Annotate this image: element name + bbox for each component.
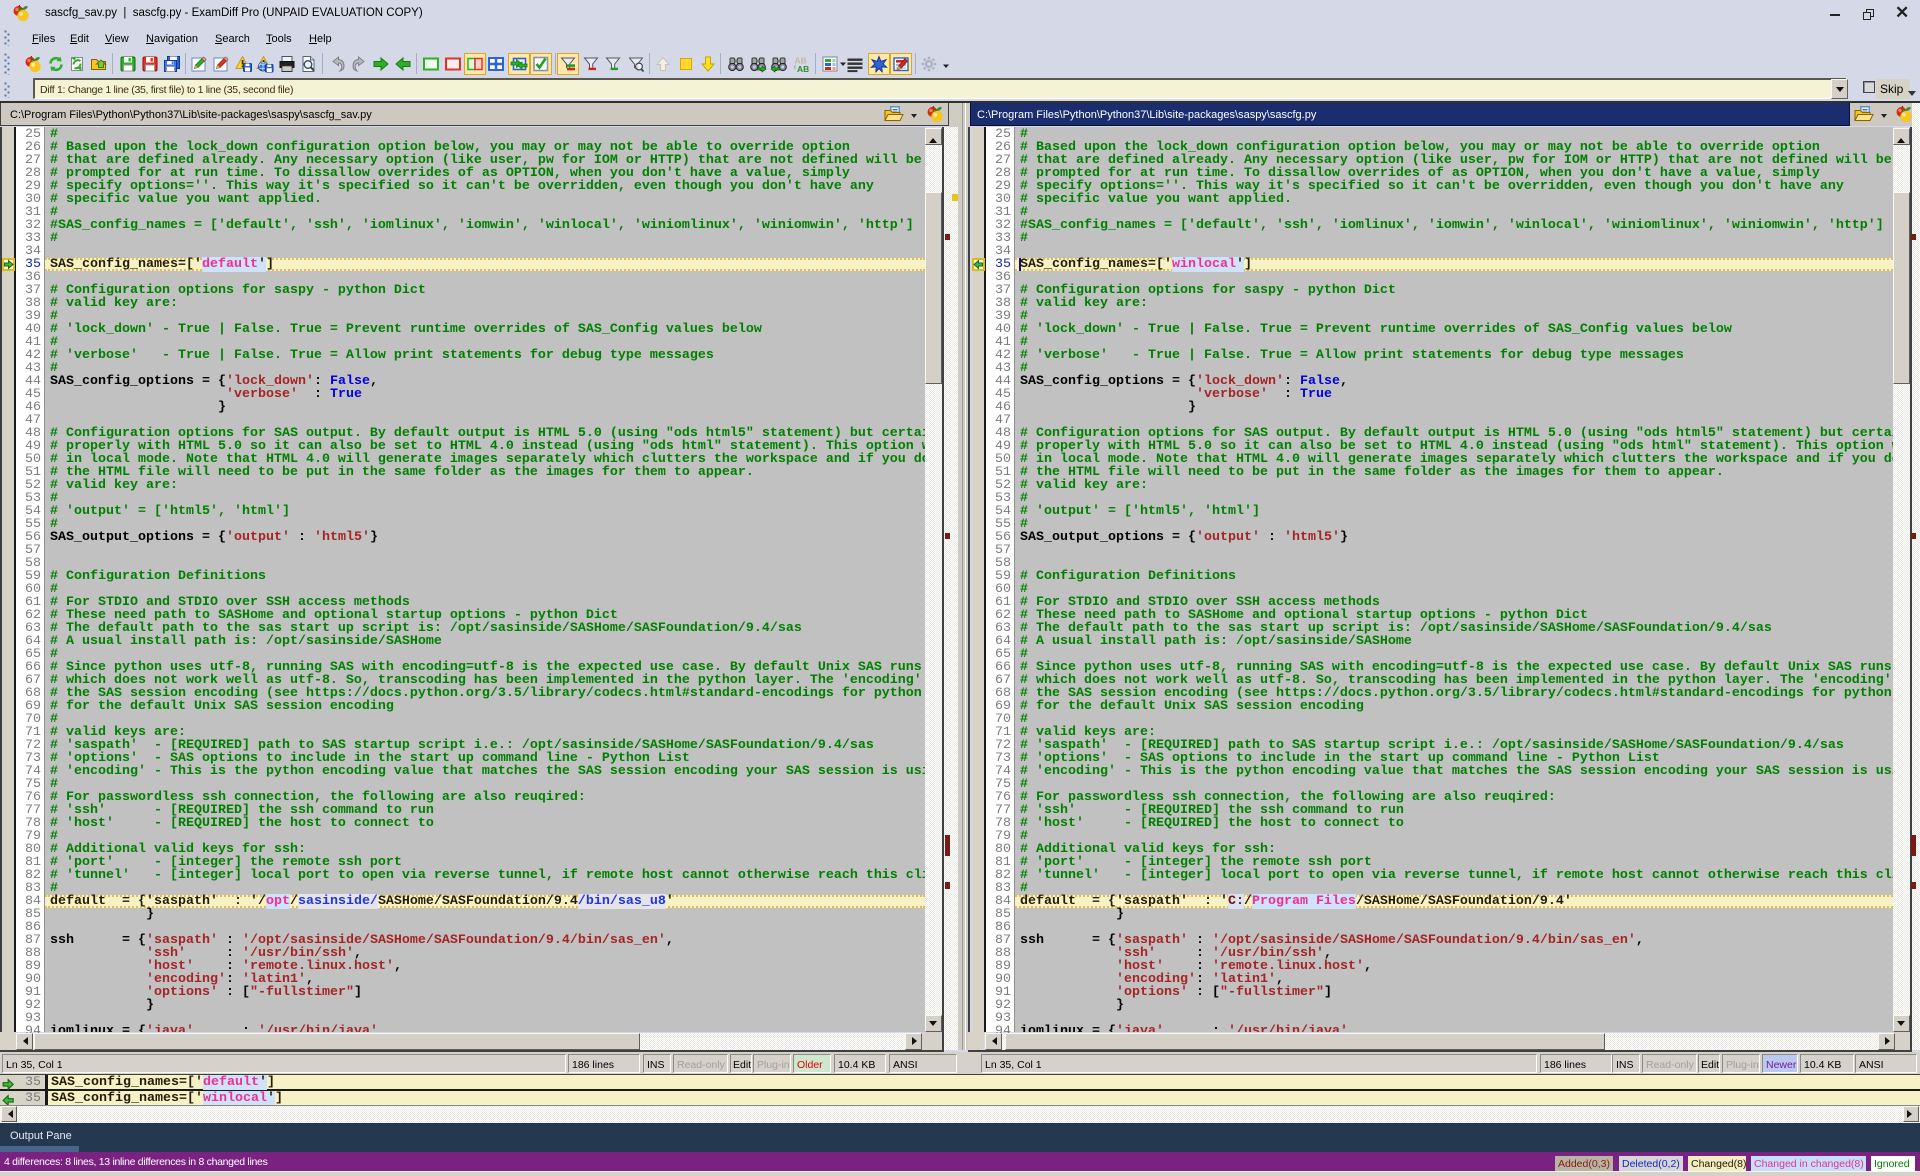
svg-text:AB: AB bbox=[797, 64, 809, 73]
